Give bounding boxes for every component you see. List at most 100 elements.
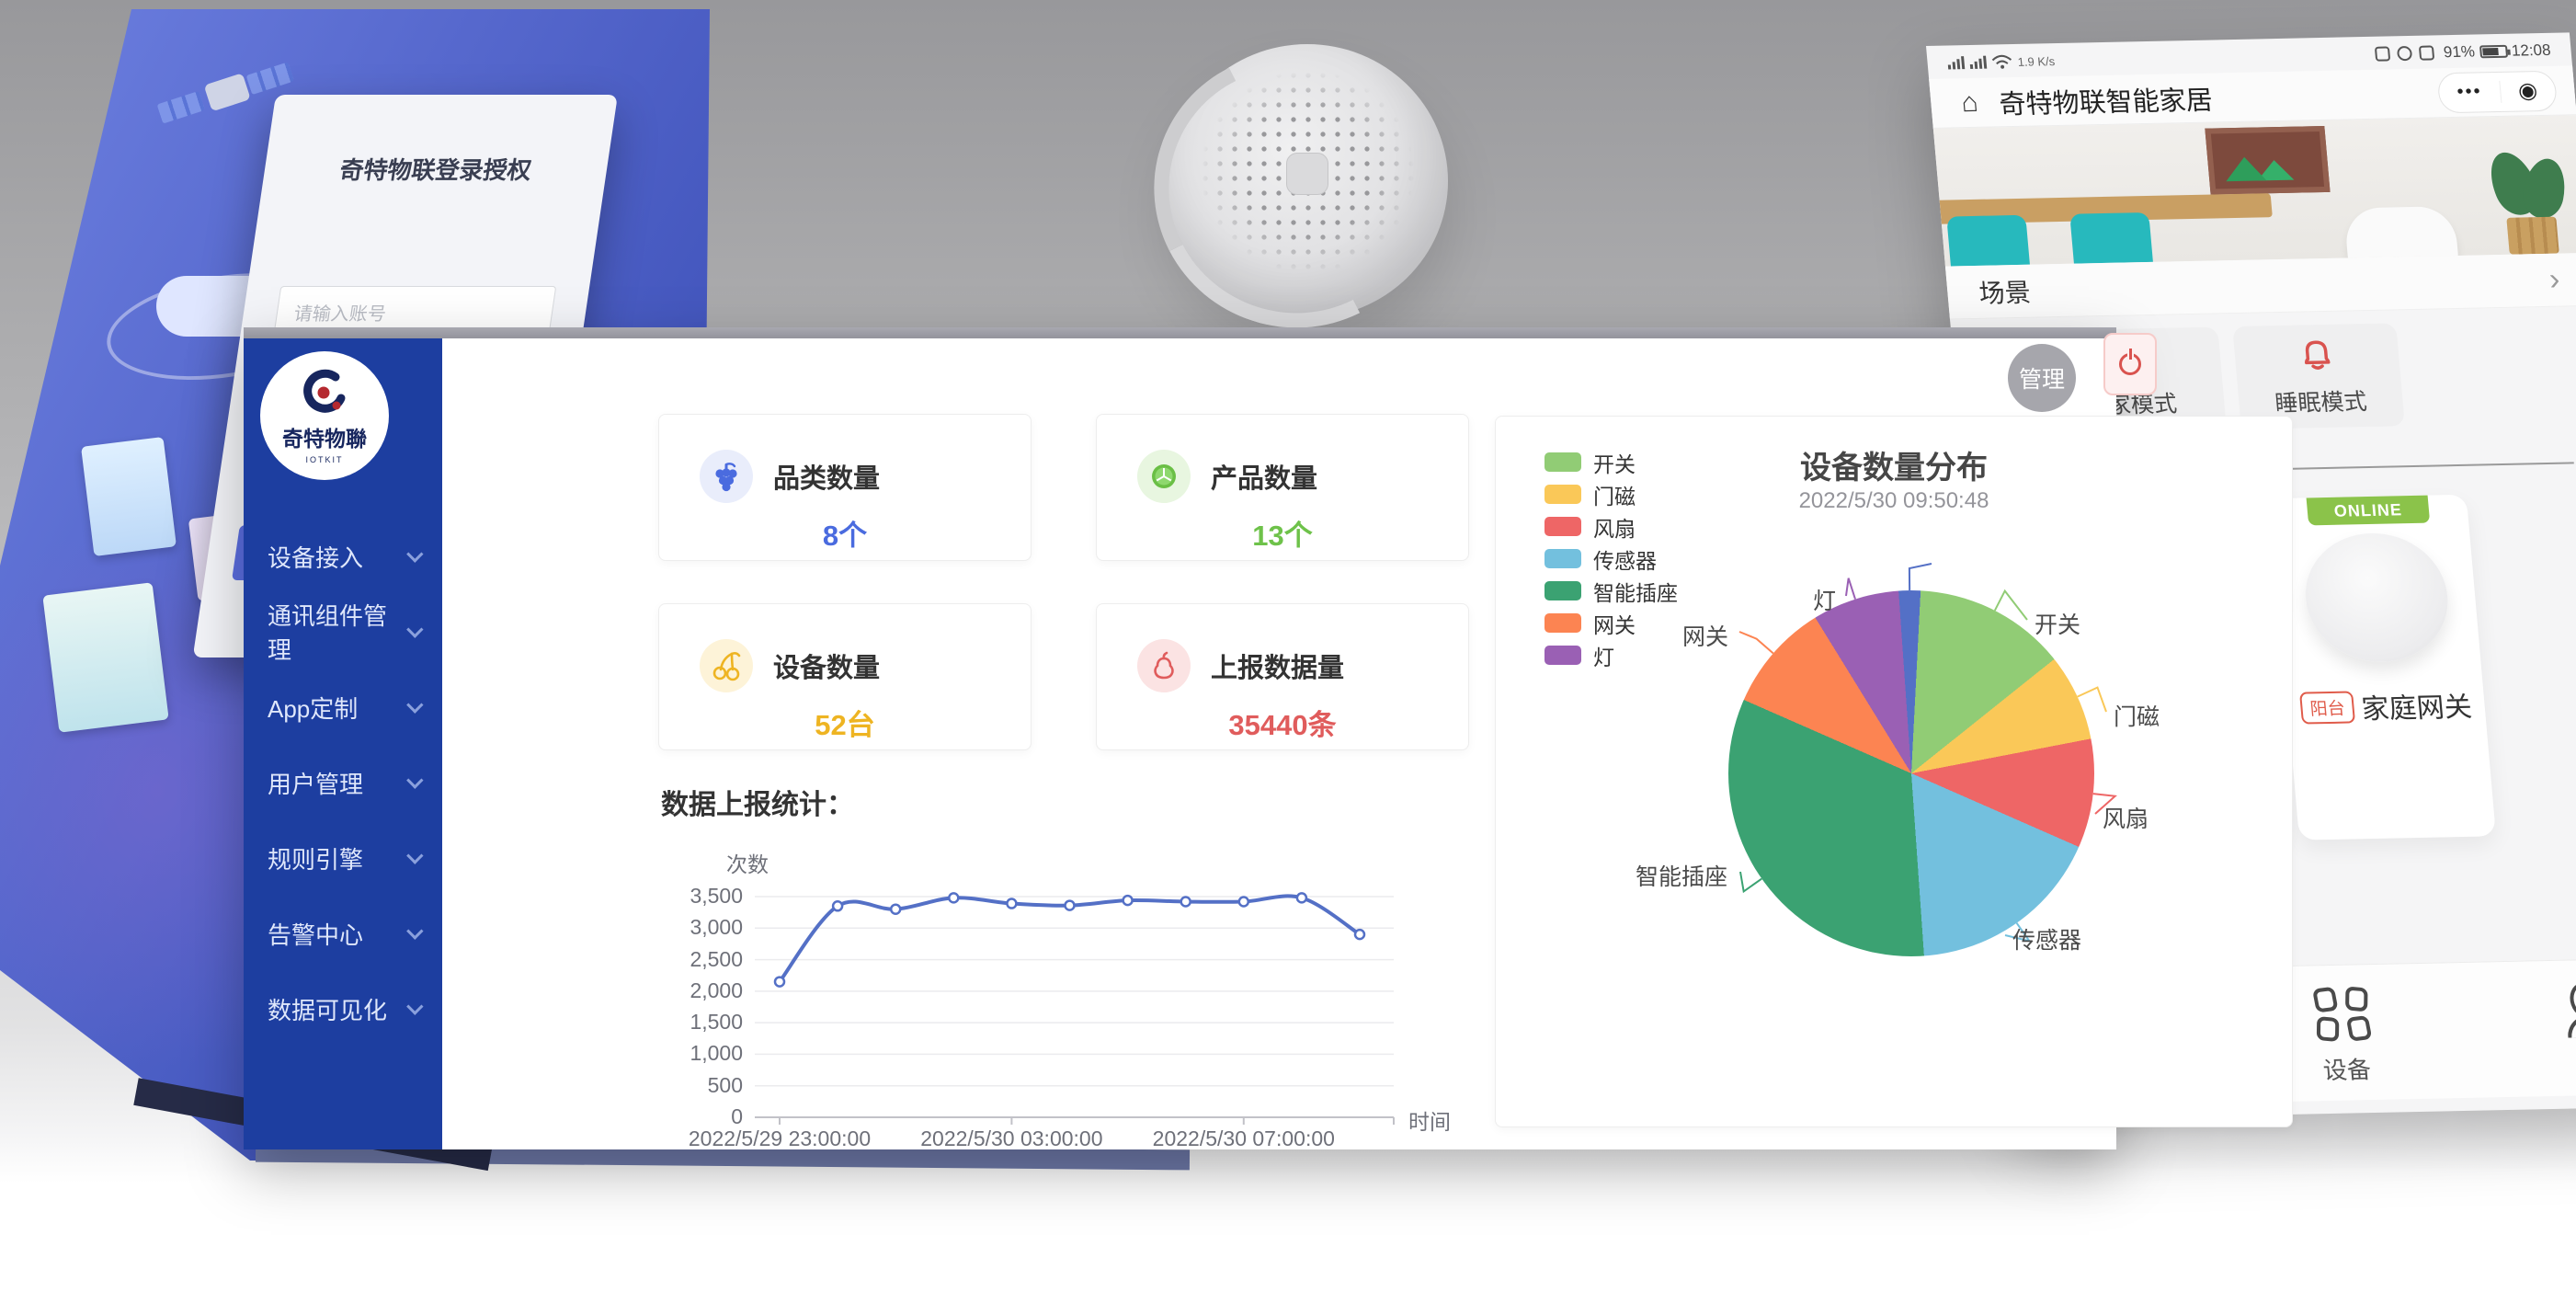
chevron-down-icon — [406, 922, 423, 939]
wall-art — [2205, 126, 2330, 195]
chevron-down-icon — [406, 772, 423, 788]
admin-dashboard-window: 奇特物聯 IOTKIT 设备接入通讯组件管理App定制用户管理规则引擎告警中心数… — [244, 327, 2116, 1149]
gateway-device-card[interactable]: ONLINE 阳台 家庭网关 — [2270, 495, 2496, 840]
sidebar-item[interactable]: 用户管理 — [244, 745, 442, 820]
logo-mark-icon — [299, 368, 350, 419]
nfc-icon — [2375, 46, 2390, 61]
y-axis-tick: 2,000 — [658, 978, 743, 1003]
battery-percent: 91% — [2443, 43, 2476, 63]
chevron-down-icon — [406, 621, 423, 637]
stat-card-reports: 上报数据量 35440条 — [1096, 603, 1469, 750]
stat-card-products: 产品数量 13个 — [1096, 414, 1469, 561]
login-title: 奇特物联登录授权 — [262, 152, 609, 186]
signal-icon — [1969, 56, 1987, 69]
line-chart-canvas — [658, 840, 1486, 1157]
sidebar-menu: 设备接入通讯组件管理App定制用户管理规则引擎告警中心数据可见化 — [244, 519, 442, 1046]
illustration-screen — [42, 582, 168, 733]
cherries-icon — [700, 639, 753, 692]
chevron-down-icon — [406, 847, 423, 863]
alarm-icon — [2397, 46, 2412, 61]
lime-icon — [1137, 450, 1191, 503]
person-icon — [2561, 982, 2576, 1036]
sidebar-item[interactable]: 设备接入 — [244, 519, 442, 594]
report-line-chart: 次数 05001,0001,5002,0002,5003,0003,500 20… — [658, 840, 1486, 1157]
tab-devices[interactable]: 设备 — [2275, 986, 2412, 1087]
phone-app-title: 奇特物联智能家居 — [1998, 74, 2441, 121]
sidebar-item[interactable]: 告警中心 — [244, 896, 442, 971]
x-axis-name: 时间 — [1408, 1104, 1451, 1136]
pear-icon — [1137, 639, 1191, 692]
logo-text: 奇特物聯 — [282, 421, 367, 452]
speaker-logo-cap — [1286, 153, 1328, 195]
window-top-edge — [244, 327, 2116, 338]
x-axis-tick: 2022/5/30 07:00:00 — [1124, 1126, 1363, 1151]
y-axis-tick: 2,500 — [658, 947, 743, 972]
logo-subtitle: IOTKIT — [306, 455, 344, 464]
online-badge: ONLINE — [2307, 496, 2431, 526]
sidebar-item[interactable]: 规则引擎 — [244, 820, 442, 896]
home-icon[interactable]: ⌂ — [1948, 82, 1992, 123]
manage-button[interactable]: 管理 — [2008, 344, 2076, 412]
report-section-title: 数据上报统计： — [661, 782, 854, 822]
x-axis-tick: 2022/5/30 03:00:00 — [892, 1126, 1131, 1151]
dashboard-main: 品类数量 8个 产品数量 13个 设备数量 — [442, 338, 2116, 1149]
more-icon[interactable]: ••• — [2456, 81, 2483, 103]
device-distribution-card: 设备数量分布 2022/5/30 09:50:48 开关门磁风扇传感器智能插座网… — [1495, 416, 2293, 1127]
scene-label: 场景 — [1978, 261, 2551, 310]
y-axis-tick: 0 — [658, 1104, 743, 1129]
stat-value: 52台 — [659, 702, 1031, 743]
chevron-right-icon: › — [2548, 262, 2561, 298]
chevron-down-icon — [406, 545, 423, 562]
clock-text: 12:08 — [2511, 41, 2551, 61]
sidebar: 奇特物聯 IOTKIT 设备接入通讯组件管理App定制用户管理规则引擎告警中心数… — [244, 338, 442, 1149]
pie-slice-label: 传感器 — [2012, 922, 2081, 955]
grapes-icon — [700, 450, 753, 503]
stat-value: 8个 — [659, 512, 1031, 554]
smart-speaker-device — [1167, 44, 1448, 318]
y-axis-tick: 1,500 — [658, 1010, 743, 1035]
composite-scene: 奇特物联登录授权 登录 1.9 K/s 91% 1 — [0, 0, 2576, 1315]
pie-leader-lines — [1496, 417, 2294, 1128]
chevron-down-icon — [406, 696, 423, 713]
room-tag: 阳台 — [2299, 691, 2355, 724]
bell-icon — [2295, 335, 2339, 376]
white-chair — [2343, 206, 2458, 263]
sidebar-item[interactable]: 通讯组件管理 — [244, 594, 442, 669]
stat-value: 35440条 — [1097, 702, 1468, 743]
network-speed: 1.9 K/s — [2017, 55, 2056, 68]
device-name: 家庭网关 — [2360, 684, 2474, 726]
plant — [2484, 150, 2576, 255]
battery-icon — [2479, 45, 2508, 59]
stat-label: 产品数量 — [1211, 457, 1317, 496]
pie-slice-label: 风扇 — [2103, 801, 2149, 834]
gateway-image — [2300, 532, 2453, 663]
pie-slice-label: 开关 — [2035, 607, 2080, 640]
illustration-screen — [81, 437, 177, 556]
pie-slice-label: 网关 — [1682, 619, 1728, 652]
sleep-mode-card[interactable]: 睡眠模式 — [2232, 323, 2405, 429]
room-photo — [1933, 115, 2576, 266]
stat-card-categories: 品类数量 8个 — [658, 414, 1032, 561]
x-axis-tick: 2022/5/29 23:00:00 — [660, 1126, 899, 1151]
pie-slice-label: 灯 — [1813, 583, 1836, 616]
pie-slice-label: 智能插座 — [1636, 859, 1727, 892]
sidebar-item[interactable]: 数据可见化 — [244, 971, 442, 1046]
brand-logo: 奇特物聯 IOTKIT — [260, 351, 389, 480]
stat-label: 上报数据量 — [1211, 646, 1344, 685]
sidebar-item[interactable]: App定制 — [244, 669, 442, 745]
chair — [1946, 215, 2031, 267]
vibrate-icon — [2419, 45, 2434, 60]
pie-slice-label: 门磁 — [2114, 699, 2160, 732]
stat-label: 设备数量 — [773, 646, 880, 685]
wifi-icon — [1991, 54, 2012, 69]
y-axis-tick: 500 — [658, 1073, 743, 1098]
stat-label: 品类数量 — [773, 457, 880, 496]
power-button[interactable] — [2103, 333, 2157, 395]
y-axis-tick: 3,500 — [658, 884, 743, 909]
miniprogram-menu[interactable]: ••• ◉ — [2436, 70, 2558, 113]
y-axis-tick: 3,000 — [658, 915, 743, 940]
y-axis-tick: 1,000 — [658, 1041, 743, 1066]
chevron-down-icon — [406, 998, 423, 1014]
tab-me[interactable]: 我 — [2524, 981, 2576, 1082]
close-capsule-icon[interactable]: ◉ — [2517, 77, 2538, 104]
